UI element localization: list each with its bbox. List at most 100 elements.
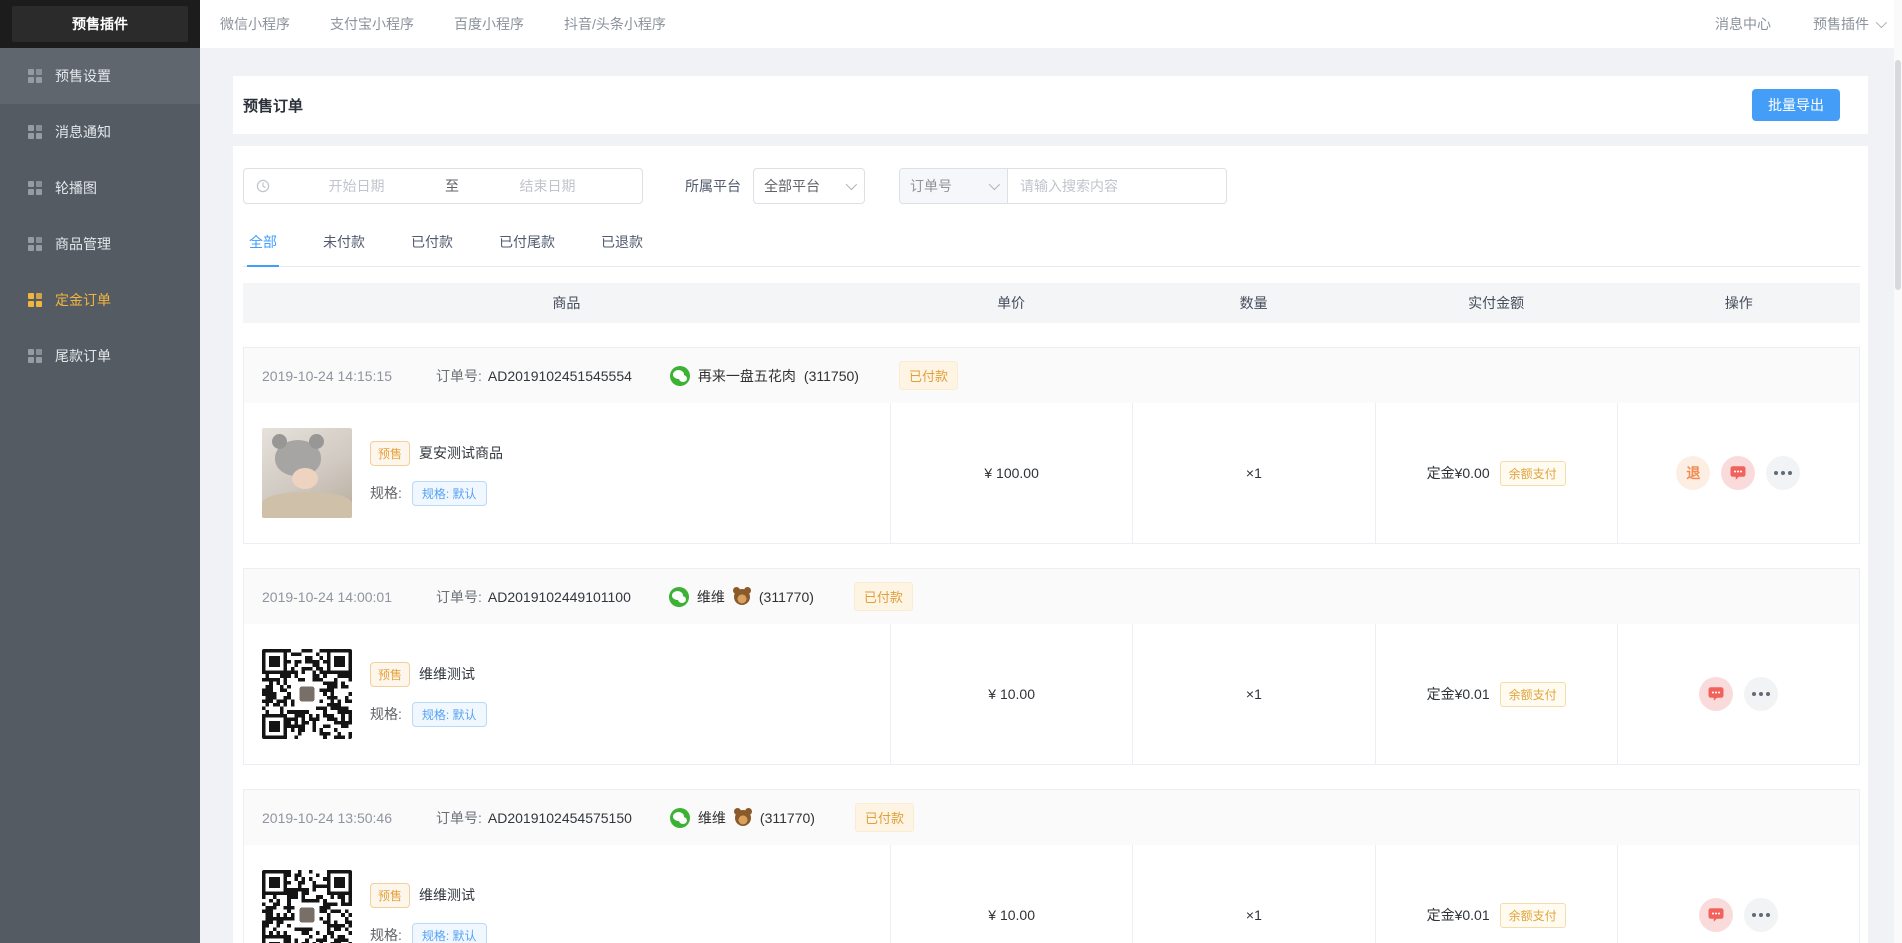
sidebar-item-product-manage[interactable]: 商品管理 — [0, 216, 200, 272]
grid-icon — [28, 349, 42, 363]
sidebar-item-balance-orders[interactable]: 尾款订单 — [0, 328, 200, 384]
page-title: 预售订单 — [243, 95, 303, 116]
content: 预售订单 批量导出 开始日期 至 结束日期 所属平台 — [200, 48, 1902, 943]
spec-label: 规格: — [370, 704, 402, 724]
more-button[interactable] — [1744, 898, 1778, 932]
quantity-cell: ×1 — [1132, 403, 1374, 543]
balance-pay-badge: 余额支付 — [1500, 682, 1566, 707]
col-actions: 操作 — [1617, 293, 1860, 313]
spec-badge: 规格: 默认 — [412, 923, 487, 943]
col-paid-amount: 实付金额 — [1375, 293, 1618, 313]
product-image — [262, 428, 352, 518]
product-cell: 预售 夏安测试商品 规格: 规格: 默认 — [244, 403, 890, 543]
col-quantity: 数量 — [1132, 293, 1375, 313]
bear-emoji-icon — [735, 810, 751, 826]
order-no-label: 订单号: — [436, 366, 482, 386]
tab-wechat-miniprogram[interactable]: 微信小程序 — [220, 14, 290, 34]
table-row: 预售 维维测试 规格: 规格: 默认 ¥ 10.00 ×1 — [244, 624, 1859, 764]
tab-all[interactable]: 全部 — [247, 228, 279, 267]
batch-export-button[interactable]: 批量导出 — [1752, 89, 1840, 121]
presale-badge: 预售 — [370, 441, 410, 466]
order-group-header: 2019-10-24 14:00:01 订单号: AD2019102449101… — [244, 569, 1859, 624]
table-row: 预售 夏安测试商品 规格: 规格: 默认 ¥ 100.00 ×1 — [244, 403, 1859, 543]
product-name: 维维测试 — [419, 664, 475, 684]
product-info: 预售 夏安测试商品 规格: 规格: 默认 — [370, 441, 503, 506]
sidebar: 预售插件 预售设置 消息通知 轮播图 商品管理 定金订单 尾款订单 — [0, 0, 200, 943]
message-button[interactable] — [1721, 456, 1755, 490]
topbar: 微信小程序 支付宝小程序 百度小程序 抖音/头条小程序 消息中心 预售插件 — [200, 0, 1902, 48]
refund-button[interactable]: 退 — [1676, 456, 1710, 490]
unit-price-cell: ¥ 10.00 — [890, 845, 1132, 943]
tab-alipay-miniprogram[interactable]: 支付宝小程序 — [330, 14, 414, 34]
product-name: 维维测试 — [419, 885, 475, 905]
deposit-amount: 定金¥0.00 — [1427, 463, 1490, 483]
sidebar-item-presale-settings[interactable]: 预售设置 — [0, 48, 200, 104]
status-badge: 已付款 — [899, 361, 958, 390]
grid-icon — [28, 293, 42, 307]
order-no: AD2019102454575150 — [488, 810, 632, 826]
scrollbar-thumb[interactable] — [1895, 60, 1901, 290]
wechat-icon — [669, 587, 689, 607]
message-button[interactable] — [1699, 898, 1733, 932]
status-badge: 已付款 — [854, 582, 913, 611]
order-time: 2019-10-24 14:00:01 — [262, 589, 392, 605]
more-button[interactable] — [1744, 677, 1778, 711]
sidebar-item-carousel[interactable]: 轮播图 — [0, 160, 200, 216]
order-time: 2019-10-24 13:50:46 — [262, 810, 392, 826]
deposit-amount: 定金¥0.01 — [1427, 905, 1490, 925]
sidebar-item-label: 预售设置 — [55, 66, 111, 86]
message-center-link[interactable]: 消息中心 — [1715, 14, 1771, 34]
tab-paid[interactable]: 已付款 — [409, 228, 455, 266]
sidebar-item-message-notify[interactable]: 消息通知 — [0, 104, 200, 160]
order-group-header: 2019-10-24 14:15:15 订单号: AD2019102451545… — [244, 348, 1859, 403]
tab-balance-paid[interactable]: 已付尾款 — [497, 228, 557, 266]
topbar-right: 消息中心 预售插件 — [1715, 14, 1884, 34]
end-date-placeholder: 结束日期 — [465, 176, 630, 196]
order-no-label: 订单号: — [436, 808, 482, 828]
spec-label: 规格: — [370, 483, 402, 503]
product-image-qr — [262, 870, 352, 943]
tab-refunded[interactable]: 已退款 — [599, 228, 645, 266]
buyer-id: (311770) — [760, 810, 815, 826]
presale-badge: 预售 — [370, 883, 410, 908]
platform-tabs: 微信小程序 支付宝小程序 百度小程序 抖音/头条小程序 — [220, 14, 666, 34]
tab-douyin-toutiao-miniprogram[interactable]: 抖音/头条小程序 — [564, 14, 666, 34]
col-product: 商品 — [243, 293, 890, 313]
tab-baidu-miniprogram[interactable]: 百度小程序 — [454, 14, 524, 34]
buyer-id: (311750) — [804, 368, 859, 384]
date-range-picker[interactable]: 开始日期 至 结束日期 — [243, 168, 643, 204]
table-row: 预售 维维测试 规格: 规格: 默认 ¥ 10.00 ×1 — [244, 845, 1859, 943]
sidebar-header: 预售插件 — [0, 0, 200, 48]
order-group-header: 2019-10-24 13:50:46 订单号: AD2019102454575… — [244, 790, 1859, 845]
unit-price-cell: ¥ 10.00 — [890, 624, 1132, 764]
platform-select[interactable]: 全部平台 — [753, 168, 865, 204]
order-no: AD2019102449101100 — [488, 589, 631, 605]
actions-cell — [1617, 624, 1859, 764]
platform-filter-label: 所属平台 — [685, 176, 741, 196]
search-type-select[interactable]: 订单号 — [900, 169, 1008, 203]
bear-emoji-icon — [734, 589, 750, 605]
wechat-icon — [670, 366, 690, 386]
sidebar-item-label: 商品管理 — [55, 234, 111, 254]
sidebar-item-label: 消息通知 — [55, 122, 111, 142]
grid-icon — [28, 125, 42, 139]
order-group: 2019-10-24 14:15:15 订单号: AD2019102451545… — [243, 347, 1860, 544]
filter-row: 开始日期 至 结束日期 所属平台 全部平台 订单号 — [243, 168, 1860, 204]
order-group: 2019-10-24 14:00:01 订单号: AD2019102449101… — [243, 568, 1860, 765]
product-name: 夏安测试商品 — [419, 443, 503, 463]
message-bubble-icon — [1707, 685, 1725, 703]
sidebar-item-deposit-orders[interactable]: 定金订单 — [0, 272, 200, 328]
buyer-name: 再来一盘五花肉 — [698, 366, 796, 386]
balance-pay-badge: 余额支付 — [1500, 461, 1566, 486]
message-button[interactable] — [1699, 677, 1733, 711]
more-button[interactable] — [1766, 456, 1800, 490]
date-separator: 至 — [439, 176, 465, 196]
search-input[interactable] — [1008, 169, 1226, 203]
buyer-id: (311770) — [759, 589, 814, 605]
status-badge: 已付款 — [855, 803, 914, 832]
status-tabs: 全部 未付款 已付款 已付尾款 已退款 — [243, 228, 1860, 267]
tab-unpaid[interactable]: 未付款 — [321, 228, 367, 266]
sidebar-item-label: 轮播图 — [55, 178, 97, 198]
scrollbar-track[interactable] — [1894, 0, 1902, 943]
plugin-dropdown[interactable]: 预售插件 — [1813, 14, 1884, 34]
